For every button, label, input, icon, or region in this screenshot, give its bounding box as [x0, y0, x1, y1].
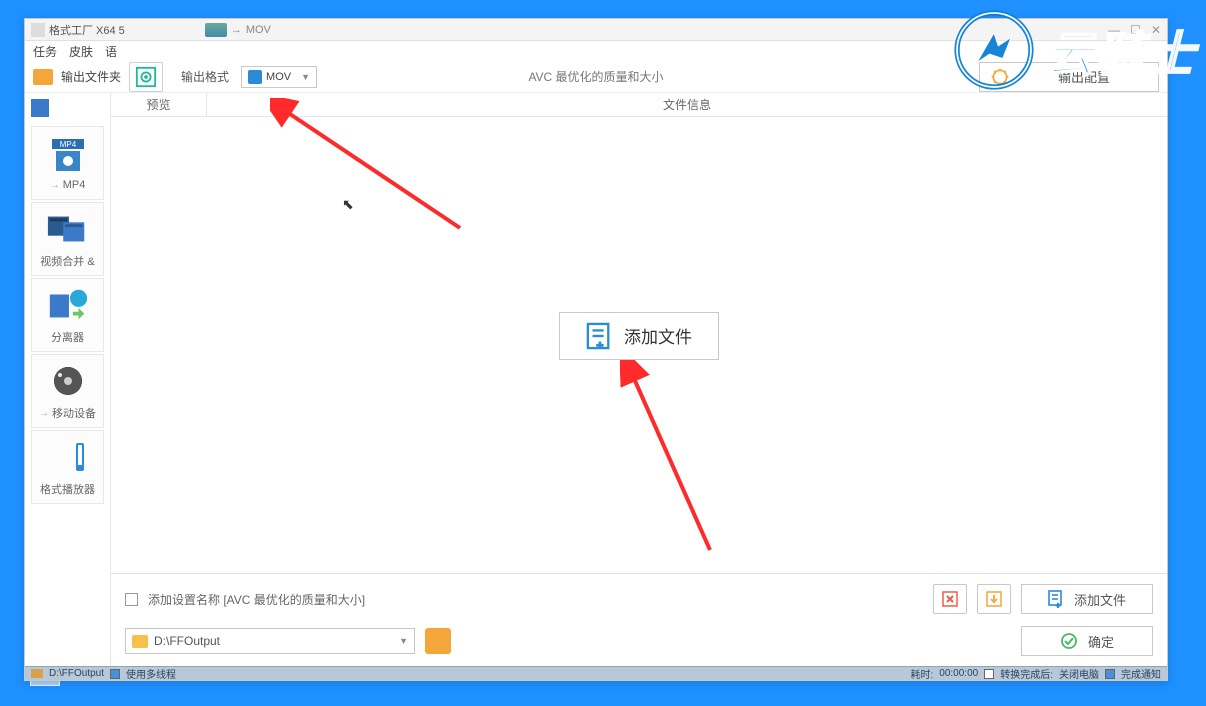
- sidebar-item-label: 分离器: [51, 329, 84, 345]
- close-button[interactable]: ✕: [1151, 23, 1161, 37]
- menu-skin[interactable]: 皮肤: [69, 43, 93, 60]
- folder-icon: [31, 669, 43, 678]
- format-selected-text: MOV: [266, 71, 291, 83]
- svg-text:MP4: MP4: [59, 140, 76, 149]
- window-title: 格式工厂 X64 5: [49, 22, 125, 38]
- ok-button-label: 确定: [1088, 632, 1114, 651]
- output-format-label: 输出格式: [181, 68, 229, 85]
- chevron-down-icon: ▼: [399, 636, 408, 646]
- multithread-checkbox[interactable]: [110, 669, 120, 679]
- elapsed-label: 耗时:: [911, 666, 934, 681]
- after-convert-checkbox[interactable]: [984, 669, 994, 679]
- statusbar: D:\FFOutput 使用多线程 耗时: 00:00:00 转换完成后: 关闭…: [25, 666, 1167, 680]
- add-file-icon: [586, 322, 612, 350]
- range-button[interactable]: [977, 584, 1011, 614]
- sidebar-item-label: 移动设备: [52, 405, 96, 421]
- menubar: 任务 皮肤 语: [25, 41, 1167, 61]
- menu-language[interactable]: 语: [105, 43, 117, 60]
- minimize-button[interactable]: —: [1108, 23, 1120, 37]
- arrow-icon: →: [39, 408, 49, 419]
- output-format-dropdown[interactable]: MOV ▼: [241, 66, 317, 88]
- body-area: MP4 →MP4 视频合并 & 分离器 →移动设备: [25, 93, 1167, 666]
- toolbar: 输出文件夹 输出格式 MOV ▼ AVC 最优化的质量和大小 输出配置: [25, 61, 1167, 93]
- sidebar-item-mp4[interactable]: MP4 →MP4: [31, 126, 104, 200]
- folder-icon[interactable]: [33, 69, 53, 85]
- folder-icon: [132, 635, 148, 648]
- bottom-row-1: 添加设置名称 [AVC 最优化的质量和大小] 添加文件: [125, 584, 1153, 614]
- elapsed-value: 00:00:00: [939, 668, 978, 679]
- range-icon: [985, 590, 1003, 608]
- output-folder-label: 输出文件夹: [61, 68, 121, 85]
- output-config-label: 输出配置: [1058, 67, 1110, 86]
- sidebar-item-player[interactable]: 格式播放器: [31, 430, 104, 504]
- sidebar-item-video-merge[interactable]: 视频合并 &: [31, 202, 104, 276]
- statusbar-path[interactable]: D:\FFOutput: [49, 668, 104, 679]
- app-icon: [31, 23, 45, 37]
- sidebar: MP4 →MP4 视频合并 & 分离器 →移动设备: [25, 93, 111, 666]
- maximize-button[interactable]: ☐: [1130, 23, 1141, 37]
- output-path-text: D:\FFOutput: [154, 634, 220, 648]
- app-window: 格式工厂 X64 5 → MOV — ☐ ✕ 任务 皮肤 语 输出文件夹 输出格…: [24, 18, 1168, 681]
- titlebar[interactable]: 格式工厂 X64 5 → MOV — ☐ ✕: [25, 19, 1167, 41]
- main-content: 预览 文件信息 添加文件 添加设置: [111, 93, 1167, 666]
- add-file-button[interactable]: 添加文件: [1021, 584, 1153, 614]
- add-file-label: 添加文件: [624, 323, 692, 348]
- output-config-button[interactable]: 输出配置: [979, 62, 1159, 92]
- format-icon: [248, 70, 262, 84]
- player-icon: [46, 437, 90, 477]
- sidebar-item-label: MP4: [63, 179, 86, 191]
- remove-button[interactable]: [933, 584, 967, 614]
- quality-preset-text: AVC 最优化的质量和大小: [528, 68, 663, 85]
- open-folder-button[interactable]: [425, 628, 451, 654]
- add-file-icon: [1048, 590, 1064, 608]
- breadcrumb: → MOV: [205, 23, 271, 37]
- notify-label: 完成通知: [1121, 666, 1161, 681]
- mobile-icon: [46, 361, 90, 401]
- sidebar-indicator-icon: [31, 99, 49, 117]
- mp4-icon: MP4: [46, 135, 90, 175]
- settings-button[interactable]: [129, 62, 163, 92]
- arrow-icon: →: [50, 180, 60, 191]
- shutdown-label: 关闭电脑: [1059, 666, 1099, 681]
- append-settings-checkbox[interactable]: [125, 593, 138, 606]
- after-convert-label: 转换完成后:: [1000, 666, 1053, 681]
- column-headers: 预览 文件信息: [111, 93, 1167, 117]
- output-path-input[interactable]: D:\FFOutput ▼: [125, 628, 415, 654]
- gear-icon: [135, 66, 157, 88]
- check-circle-icon: [1060, 632, 1078, 650]
- separator-icon: [46, 285, 90, 325]
- sidebar-item-separator[interactable]: 分离器: [31, 278, 104, 352]
- file-drop-area[interactable]: 添加文件: [111, 117, 1167, 573]
- add-file-button-label: 添加文件: [1074, 590, 1126, 609]
- gear-icon: [990, 67, 1010, 87]
- append-settings-label: 添加设置名称 [AVC 最优化的质量和大小]: [148, 591, 365, 608]
- bottom-panel: 添加设置名称 [AVC 最优化的质量和大小] 添加文件: [111, 573, 1167, 666]
- multithread-label: 使用多线程: [126, 666, 176, 681]
- remove-icon: [941, 590, 959, 608]
- video-merge-icon: [46, 209, 90, 249]
- notify-checkbox[interactable]: [1105, 669, 1115, 679]
- chevron-down-icon: ▼: [301, 72, 310, 82]
- breadcrumb-current: MOV: [246, 24, 271, 36]
- menu-tasks[interactable]: 任务: [33, 43, 57, 60]
- add-file-center-button[interactable]: 添加文件: [559, 312, 719, 360]
- window-controls: — ☐ ✕: [1108, 23, 1161, 37]
- sidebar-item-mobile[interactable]: →移动设备: [31, 354, 104, 428]
- breadcrumb-arrow: →: [231, 24, 242, 36]
- ok-button[interactable]: 确定: [1021, 626, 1153, 656]
- sidebar-item-label: 视频合并 &: [40, 253, 94, 269]
- breadcrumb-icon: [205, 23, 227, 37]
- column-fileinfo[interactable]: 文件信息: [207, 93, 1167, 116]
- bottom-row-2: D:\FFOutput ▼ 确定: [125, 626, 1153, 656]
- sidebar-item-label: 格式播放器: [40, 481, 95, 497]
- column-preview[interactable]: 预览: [111, 93, 207, 116]
